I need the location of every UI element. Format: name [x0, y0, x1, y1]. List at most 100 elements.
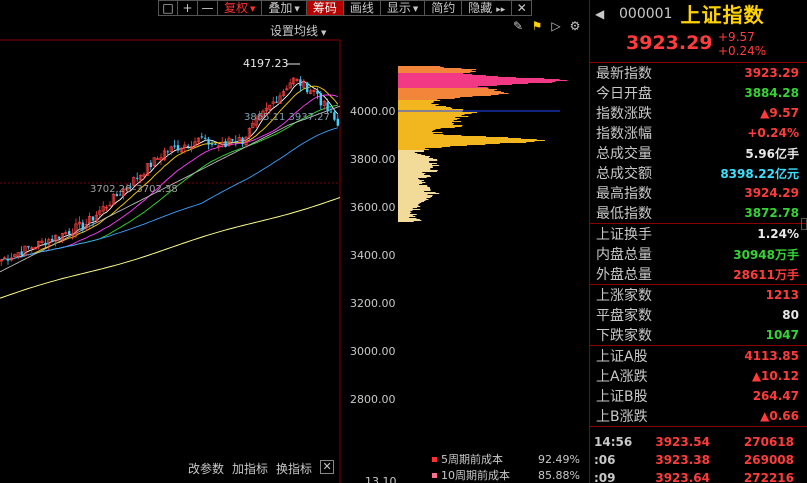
quote-row: 上证换手 1.24% — [590, 224, 807, 244]
tick-vol: 269008 — [743, 453, 794, 467]
price-tick: 4000.00 — [350, 105, 396, 118]
panel-scroll-handle[interactable] — [801, 218, 807, 230]
price-tick: 13.10 — [365, 475, 397, 483]
chip-bar — [398, 199, 429, 200]
tick-vol: 270618 — [743, 435, 794, 449]
candle-body — [81, 222, 84, 229]
quote-value: 28611万手 — [733, 267, 799, 282]
close-icon[interactable]: ✕ — [320, 460, 335, 474]
chip-bar — [398, 77, 517, 78]
candle-body — [44, 242, 47, 246]
chip-bar — [398, 220, 422, 221]
price-tick: 3400.00 — [350, 249, 396, 262]
chip-bar — [398, 167, 433, 168]
candle-body — [68, 231, 71, 235]
quote-label: 指数涨幅 — [596, 126, 652, 142]
stock-code: 000001 — [619, 5, 673, 22]
quote-label: 最新指数 — [596, 66, 652, 82]
tick-list: 14:56 3923.54 270618:06 3923.38 269008:09 392… — [590, 427, 807, 483]
chip-bar — [398, 206, 421, 207]
chevron-left-icon[interactable]: ◀ — [595, 7, 609, 21]
chip-bar — [398, 86, 478, 87]
quote-row: 上涨家数 1213 — [590, 285, 807, 305]
chip-bar — [398, 209, 421, 210]
candle-body — [336, 118, 339, 126]
chip-bar — [398, 73, 464, 74]
ma-values-label: 3865.11 3937.27 — [244, 112, 330, 123]
chip-bar — [398, 194, 428, 195]
chip-bar — [398, 81, 556, 82]
quote-label: 最高指数 — [596, 186, 652, 202]
candle-body — [166, 151, 169, 153]
chip-bar — [398, 164, 433, 165]
chip-bar — [398, 112, 478, 113]
chip-bar — [398, 183, 423, 184]
chip-bar — [398, 179, 420, 180]
chip-bar — [398, 79, 560, 80]
quote-label: 平盘家数 — [596, 308, 652, 324]
candle-body — [214, 143, 217, 145]
chip-bar — [398, 117, 456, 118]
quote-value: 3884.28 — [744, 86, 799, 100]
chip-bar — [398, 96, 473, 97]
chip-bar — [398, 123, 454, 124]
quote-value: ▲0.66 — [760, 409, 799, 423]
chip-bar — [398, 162, 430, 163]
chip-bar — [398, 211, 411, 212]
quote-label: 上涨家数 — [596, 288, 652, 304]
candle-body — [224, 141, 227, 147]
add-indicator-button[interactable]: 加指标 — [232, 460, 268, 477]
tick-vol: 272216 — [743, 471, 794, 483]
quote-value: 3872.78 — [744, 206, 799, 220]
chip-bar — [398, 149, 429, 150]
tick-row: 14:56 3923.54 270618 — [590, 433, 807, 451]
chip-bar — [398, 130, 434, 131]
chip-bar — [398, 163, 437, 164]
chip-bar — [398, 126, 462, 127]
chip-bar — [398, 178, 419, 179]
tick-row: :06 3923.38 269008 — [590, 451, 807, 469]
chip-bar — [398, 105, 436, 106]
switch-indicator-button[interactable]: 换指标 — [276, 460, 312, 477]
change-params-button[interactable]: 改参数 — [188, 460, 224, 477]
chip-bar — [398, 90, 495, 91]
chip-bar — [398, 108, 453, 109]
chip-bar — [398, 192, 436, 193]
chip-bar — [398, 202, 422, 203]
stock-name: 上证指数 — [680, 3, 765, 27]
chip-bar — [398, 144, 486, 145]
chip-bar — [398, 92, 504, 93]
candle-body — [51, 238, 54, 241]
chip-bar — [398, 201, 424, 202]
chip-bar — [398, 129, 436, 130]
quote-group-turnover: 上证换手 1.24% 内盘总量 30948万手 外盘总量 28611万手 — [590, 224, 807, 285]
candle-body — [173, 145, 176, 147]
chip-bar — [398, 188, 430, 189]
candlesticks — [0, 76, 339, 266]
chip-bar — [398, 150, 424, 151]
chip-bar — [398, 88, 489, 89]
chip-bar — [398, 67, 444, 68]
chip-bar — [398, 72, 471, 73]
chip-bar — [398, 139, 537, 140]
kline-chart[interactable]: 4197.23 3865.11 3937.27 3702.26–3702.38 — [0, 0, 590, 483]
quote-label: 内盘总量 — [596, 247, 652, 263]
legend-label: 10周期前成本 — [441, 469, 510, 482]
chip-bar — [398, 182, 426, 183]
quote-row: 下跌家数 1047 — [590, 325, 807, 345]
chip-bar — [398, 120, 454, 121]
chip-bar — [398, 216, 416, 217]
chip-bar — [398, 221, 414, 222]
quote-label: 上A涨跌 — [596, 369, 648, 385]
chip-bar — [398, 187, 430, 188]
chip-bar — [398, 200, 426, 201]
chip-bar — [398, 197, 431, 198]
candle-body — [20, 251, 23, 256]
tick-time: :09 — [594, 471, 616, 483]
quote-value: 3924.29 — [744, 186, 799, 200]
chip-bar — [398, 157, 429, 158]
quote-label: 最低指数 — [596, 206, 652, 222]
chip-bar — [398, 127, 455, 128]
quote-value: 264.47 — [752, 389, 799, 403]
chip-bar — [398, 125, 463, 126]
